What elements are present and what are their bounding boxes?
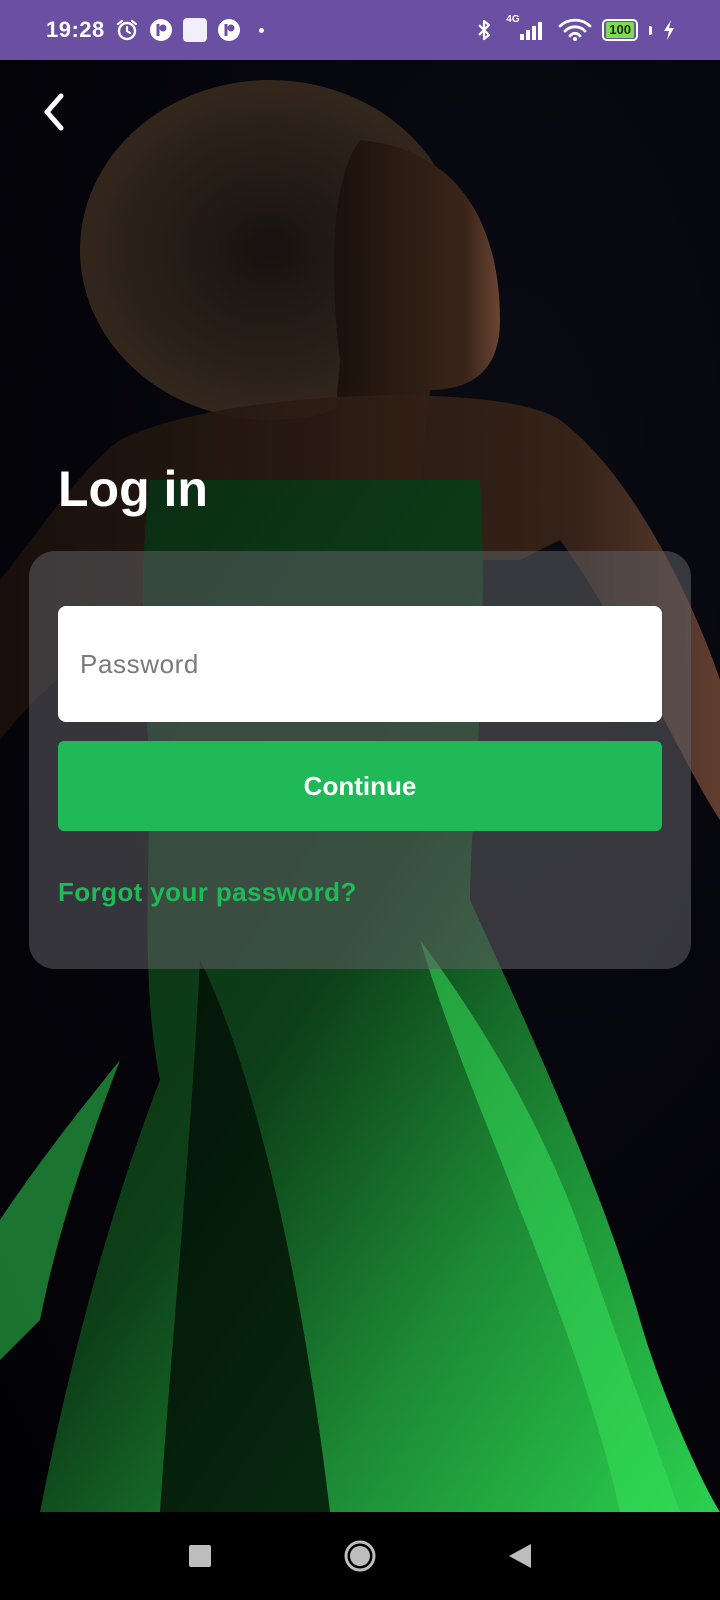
app-badge-icon xyxy=(217,18,241,42)
password-input[interactable] xyxy=(58,606,662,722)
status-time: 19:28 xyxy=(46,17,105,42)
network-label: 4G xyxy=(506,14,520,25)
battery-icon: 100 xyxy=(602,19,638,41)
dot-icon xyxy=(258,27,264,33)
page-title: Log in xyxy=(58,461,208,517)
home-button[interactable] xyxy=(340,1536,380,1576)
back-button[interactable] xyxy=(32,88,76,136)
back-triangle-icon xyxy=(509,1544,531,1568)
navigation-bar xyxy=(0,1512,720,1600)
back-nav-button[interactable] xyxy=(500,1536,540,1576)
recents-square-icon xyxy=(189,1545,211,1567)
app-square-icon xyxy=(182,18,207,42)
app-badge-icon xyxy=(149,18,173,42)
home-circle-icon xyxy=(344,1540,376,1572)
wifi-icon xyxy=(558,18,592,42)
alarm-icon xyxy=(115,18,139,42)
charging-icon xyxy=(662,18,676,42)
forgot-password-link[interactable]: Forgot your password? xyxy=(58,877,357,908)
battery-tip xyxy=(649,25,652,35)
battery-level: 100 xyxy=(606,22,634,38)
recents-button[interactable] xyxy=(180,1536,220,1576)
signal-icon: 4G xyxy=(506,14,548,42)
continue-button[interactable]: Continue xyxy=(58,741,662,831)
status-bar: 19:28 4G 100 xyxy=(0,0,720,60)
chevron-left-icon xyxy=(44,93,64,131)
bluetooth-icon xyxy=(472,18,496,42)
status-bar-right: 4G 100 xyxy=(472,14,676,42)
status-bar-left: 19:28 xyxy=(46,17,264,43)
